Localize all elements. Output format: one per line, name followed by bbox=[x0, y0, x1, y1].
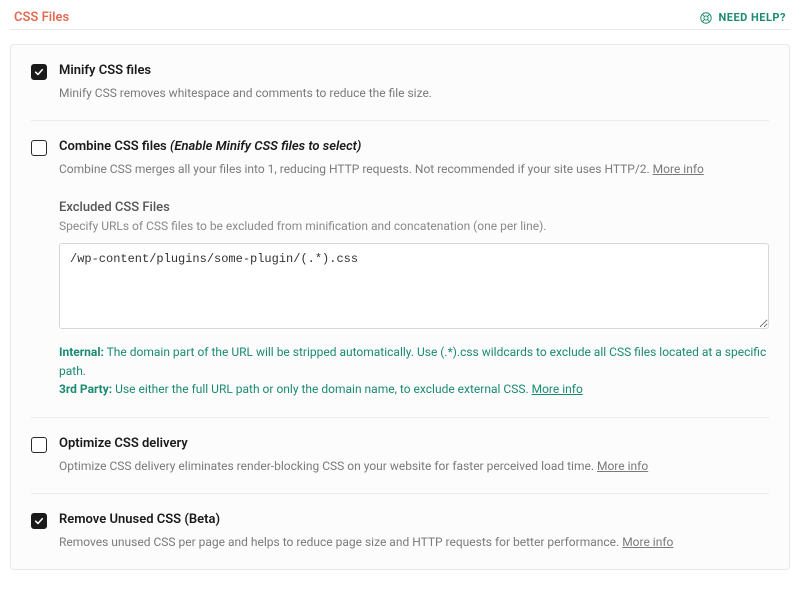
check-icon bbox=[34, 516, 44, 526]
remove-unused-css-more-info[interactable]: More info bbox=[622, 535, 673, 549]
hint-more-info[interactable]: More info bbox=[532, 382, 583, 396]
combine-css-desc: Combine CSS merges all your files into 1… bbox=[59, 160, 769, 178]
combine-css-label-text: Combine CSS files bbox=[59, 139, 167, 154]
combine-css-label: Combine CSS files (Enable Minify CSS fil… bbox=[59, 139, 769, 154]
option-body: Minify CSS files Minify CSS removes whit… bbox=[59, 63, 769, 102]
optimize-css-delivery-desc-text: Optimize CSS delivery eliminates render-… bbox=[59, 459, 594, 473]
remove-unused-css-label: Remove Unused CSS (Beta) bbox=[59, 512, 769, 527]
minify-css-desc: Minify CSS removes whitespace and commen… bbox=[59, 84, 769, 102]
need-help-label: NEED HELP? bbox=[719, 11, 787, 24]
option-body: Optimize CSS delivery Optimize CSS deliv… bbox=[59, 436, 769, 475]
optimize-css-delivery-label: Optimize CSS delivery bbox=[59, 436, 769, 451]
excluded-css-hint: Internal: The domain part of the URL wil… bbox=[59, 343, 769, 399]
remove-unused-css-desc: Removes unused CSS per page and helps to… bbox=[59, 533, 769, 551]
hint-3rd-label: 3rd Party: bbox=[59, 382, 112, 396]
excluded-css-textarea[interactable] bbox=[59, 243, 769, 329]
css-files-settings-page: CSS Files NEED HELP? Minify CSS files Mi… bbox=[0, 0, 800, 590]
optimize-css-delivery-desc: Optimize CSS delivery eliminates render-… bbox=[59, 457, 769, 475]
optimize-css-delivery-more-info[interactable]: More info bbox=[597, 459, 648, 473]
optimize-css-delivery-checkbox[interactable] bbox=[31, 437, 47, 453]
option-combine-css: Combine CSS files (Enable Minify CSS fil… bbox=[31, 120, 769, 417]
minify-css-label: Minify CSS files bbox=[59, 63, 769, 78]
excluded-css-title: Excluded CSS Files bbox=[59, 200, 769, 215]
lifebuoy-icon bbox=[699, 11, 713, 25]
excluded-css-block: Excluded CSS Files Specify URLs of CSS f… bbox=[59, 200, 769, 399]
option-optimize-css-delivery: Optimize CSS delivery Optimize CSS deliv… bbox=[31, 417, 769, 493]
need-help-link[interactable]: NEED HELP? bbox=[699, 11, 787, 25]
option-body: Combine CSS files (Enable Minify CSS fil… bbox=[59, 139, 769, 399]
page-title: CSS Files bbox=[14, 10, 69, 25]
option-body: Remove Unused CSS (Beta) Removes unused … bbox=[59, 512, 769, 551]
remove-unused-css-desc-text: Removes unused CSS per page and helps to… bbox=[59, 535, 619, 549]
options-panel: Minify CSS files Minify CSS removes whit… bbox=[10, 44, 790, 570]
minify-css-checkbox[interactable] bbox=[31, 64, 47, 80]
combine-css-checkbox[interactable] bbox=[31, 140, 47, 156]
remove-unused-css-checkbox[interactable] bbox=[31, 513, 47, 529]
excluded-css-desc: Specify URLs of CSS files to be excluded… bbox=[59, 219, 769, 233]
combine-css-desc-text: Combine CSS merges all your files into 1… bbox=[59, 162, 650, 176]
page-header: CSS Files NEED HELP? bbox=[10, 10, 790, 30]
hint-3rd-text: Use either the full URL path or only the… bbox=[115, 382, 528, 396]
hint-internal-text: The domain part of the URL will be strip… bbox=[59, 345, 766, 378]
option-minify-css: Minify CSS files Minify CSS removes whit… bbox=[31, 45, 769, 120]
check-icon bbox=[34, 67, 44, 77]
combine-css-suffix: (Enable Minify CSS files to select) bbox=[170, 139, 361, 154]
hint-internal-label: Internal: bbox=[59, 345, 104, 359]
option-remove-unused-css: Remove Unused CSS (Beta) Removes unused … bbox=[31, 493, 769, 569]
combine-css-more-info[interactable]: More info bbox=[653, 162, 704, 176]
